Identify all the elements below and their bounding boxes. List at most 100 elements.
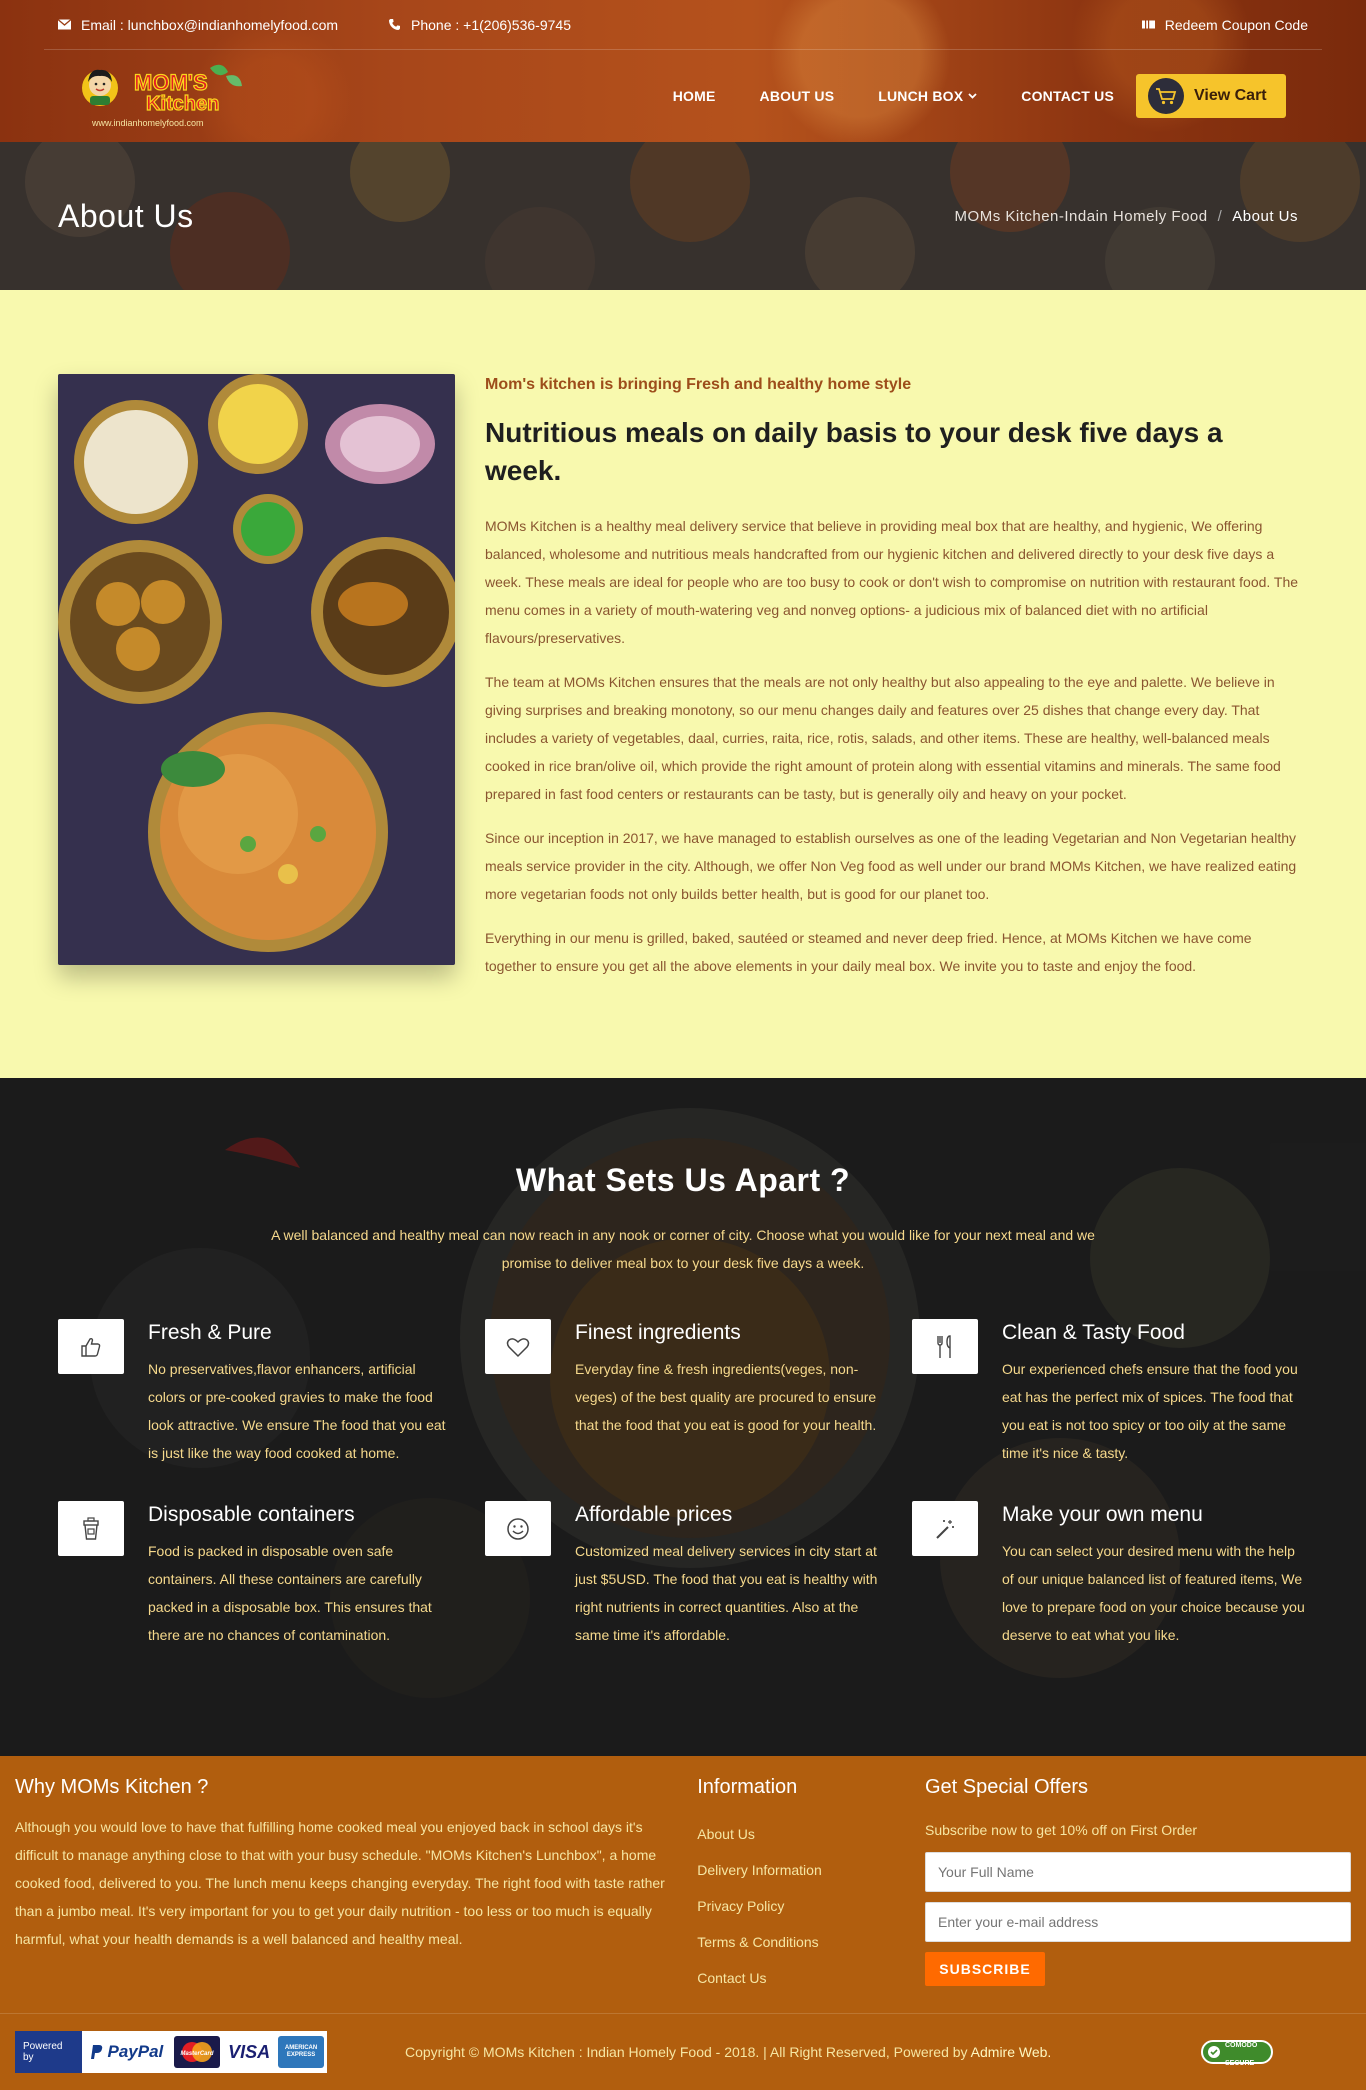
- footer-bottom-bar: Powered by PayPal MasterCard VISA AMERIC…: [0, 2014, 1366, 2090]
- footer-links: About Us Delivery Information Privacy Po…: [697, 1816, 925, 1996]
- feature-title: Affordable prices: [575, 1503, 733, 1526]
- site-logo[interactable]: MOM'S Kitchen www.indianhomelyfood.com: [80, 58, 245, 132]
- magic-wand-icon: [912, 1501, 978, 1556]
- subscribe-button[interactable]: SUBSCRIBE: [925, 1952, 1045, 1986]
- about-section: Mom's kitchen is bringing Fresh and heal…: [0, 290, 1366, 1078]
- about-paragraph: MOMs Kitchen is a healthy meal delivery …: [485, 518, 1299, 646]
- amex-logo: AMERICAN EXPRESS: [278, 2036, 324, 2068]
- nav-contact-us[interactable]: CONTACT US: [999, 88, 1136, 104]
- svg-text:Kitchen: Kitchen: [146, 93, 219, 115]
- about-heading: Nutritious meals on daily basis to your …: [485, 417, 1223, 486]
- page-banner: About Us MOMs Kitchen-Indain Homely Food…: [0, 142, 1366, 290]
- visa-logo: VISA: [226, 2036, 273, 2068]
- footer-offers-subtitle: Subscribe now to get 10% off on First Or…: [925, 1822, 1198, 1838]
- full-name-field[interactable]: [925, 1852, 1351, 1892]
- feature-title: Make your own menu: [1002, 1503, 1203, 1526]
- feature-title: Finest ingredients: [575, 1321, 741, 1344]
- feature-title: Disposable containers: [148, 1503, 355, 1526]
- footer-info-title: Information: [697, 1776, 798, 1798]
- about-paragraph: Everything in our menu is grilled, baked…: [485, 930, 1252, 974]
- feature-item: Affordable prices Customized meal delive…: [485, 1501, 912, 1649]
- envelope-icon: [58, 19, 71, 30]
- payment-methods-badge: Powered by PayPal MasterCard VISA AMERIC…: [15, 2031, 327, 2073]
- footer-link-contact[interactable]: Contact Us: [697, 1960, 925, 1996]
- page-title: About Us: [58, 197, 194, 234]
- top-email[interactable]: Email : lunchbox@indianhomelyfood.com: [58, 17, 338, 33]
- feature-title: Fresh & Pure: [148, 1321, 272, 1344]
- top-email-text: Email : lunchbox@indianhomelyfood.com: [81, 16, 339, 33]
- svg-text:www.indianhomelyfood.com: www.indianhomelyfood.com: [91, 118, 204, 128]
- nav-contact-label: CONTACT US: [1021, 88, 1114, 104]
- footer-link-about[interactable]: About Us: [697, 1816, 925, 1852]
- breadcrumb: MOMs Kitchen-Indain Homely Food / About Us: [955, 208, 1298, 225]
- comodo-secure-badge: COMODO SECURE: [1201, 2040, 1273, 2067]
- about-paragraph: The team at MOMs Kitchen ensures that th…: [485, 674, 1281, 802]
- thumbs-up-icon: [58, 1319, 124, 1374]
- mastercard-logo: MasterCard: [174, 2036, 221, 2068]
- redeem-coupon-text: Redeem Coupon Code: [1164, 16, 1308, 33]
- cart-icon: [1148, 78, 1184, 114]
- footer-link-delivery[interactable]: Delivery Information: [697, 1852, 925, 1888]
- about-kicker: Mom's kitchen is bringing Fresh and heal…: [485, 376, 912, 393]
- feature-item: Make your own menu You can select your d…: [912, 1501, 1339, 1649]
- smiley-icon: [485, 1501, 551, 1556]
- footer-offers-column: Get Special Offers Subscribe now to get …: [925, 1756, 1351, 2013]
- nav-home[interactable]: HOME: [651, 88, 738, 104]
- logo-mark: MOM'S Kitchen www.indianhomelyfood.com: [82, 64, 242, 128]
- footer-offers-title: Get Special Offers: [925, 1776, 1089, 1798]
- feature-item: Clean & Tasty Food Our experienced chefs…: [912, 1319, 1339, 1467]
- feature-text: You can select your desired menu with th…: [1002, 1543, 1305, 1643]
- admire-web-link[interactable]: Admire Web.: [971, 2044, 1052, 2060]
- paypal-logo: PayPal: [82, 2042, 172, 2062]
- copyright-text: Copyright © MOMs Kitchen : Indian Homely…: [405, 2044, 1051, 2060]
- features-section: What Sets Us Apart ? A well balanced and…: [0, 1078, 1366, 1756]
- feature-item: Finest ingredients Everyday fine & fresh…: [485, 1319, 912, 1467]
- nav-home-label: HOME: [672, 88, 716, 104]
- view-cart-button[interactable]: View Cart: [1136, 74, 1286, 118]
- main-nav-row: MOM'S Kitchen www.indianhomelyfood.com H…: [0, 50, 1366, 142]
- thali-food-image: [58, 374, 455, 965]
- paypal-text: PayPal: [107, 2042, 164, 2061]
- site-footer: Why MOMs Kitchen ? Although you would lo…: [0, 1756, 1366, 2090]
- shield-check-icon: [1208, 2046, 1220, 2058]
- container-icon: [58, 1501, 124, 1556]
- redeem-coupon-link[interactable]: Redeem Coupon Code: [1141, 16, 1308, 33]
- breadcrumb-separator: /: [1217, 207, 1223, 225]
- footer-why-text: Although you would love to have that ful…: [15, 1819, 665, 1947]
- paypal-icon: [90, 2045, 102, 2059]
- breadcrumb-home[interactable]: MOMs Kitchen-Indain Homely Food: [955, 208, 1208, 225]
- top-phone[interactable]: Phone : +1(206)536-9745: [388, 17, 571, 33]
- feature-title: Clean & Tasty Food: [1002, 1321, 1185, 1344]
- footer-info-column: Information About Us Delivery Informatio…: [697, 1756, 925, 2013]
- fork-knife-icon: [912, 1319, 978, 1374]
- email-field[interactable]: [925, 1902, 1351, 1942]
- features-grid: Fresh & Pure No preservatives,flavor enh…: [0, 1277, 1366, 1649]
- secure-text-1: COMODO: [1225, 2042, 1258, 2049]
- nav-about-label: ABOUT US: [759, 88, 835, 104]
- feature-text: Our experienced chefs ensure that the fo…: [1002, 1361, 1298, 1461]
- secure-text-2: SECURE: [1225, 2060, 1255, 2067]
- footer-link-terms[interactable]: Terms & Conditions: [697, 1924, 925, 1960]
- view-cart-label: View Cart: [1194, 87, 1267, 104]
- nav-about-us[interactable]: ABOUT US: [738, 88, 857, 104]
- about-content: Mom's kitchen is bringing Fresh and heal…: [485, 374, 1308, 1078]
- main-nav: HOME ABOUT US LUNCH BOX CONTACT US View …: [651, 74, 1286, 118]
- feature-text: Customized meal delivery services in cit…: [575, 1543, 878, 1643]
- features-lead: A well balanced and healthy meal can now…: [271, 1227, 1095, 1271]
- breadcrumb-current: About Us: [1232, 207, 1298, 225]
- top-phone-text: Phone : +1(206)536-9745: [411, 16, 571, 33]
- nav-lunch-box[interactable]: LUNCH BOX: [856, 88, 999, 104]
- feature-text: Everyday fine & fresh ingredients(veges,…: [575, 1361, 877, 1433]
- copyright-label: Copyright © MOMs Kitchen : Indian Homely…: [405, 2044, 971, 2060]
- feature-item: Fresh & Pure No preservatives,flavor enh…: [58, 1319, 485, 1467]
- site-header: Email : lunchbox@indianhomelyfood.com Ph…: [0, 0, 1366, 142]
- nav-lunch-label: LUNCH BOX: [878, 88, 964, 104]
- feature-text: No preservatives,flavor enhancers, artif…: [148, 1361, 446, 1461]
- feature-item: Disposable containers Food is packed in …: [58, 1501, 485, 1649]
- svg-text:MasterCard: MasterCard: [181, 2051, 214, 2057]
- footer-why-title: Why MOMs Kitchen ?: [15, 1776, 209, 1798]
- feature-text: Food is packed in disposable oven safe c…: [148, 1543, 432, 1643]
- top-bar: Email : lunchbox@indianhomelyfood.com Ph…: [44, 0, 1322, 50]
- footer-why-column: Why MOMs Kitchen ? Although you would lo…: [15, 1756, 697, 2013]
- footer-link-privacy[interactable]: Privacy Policy: [697, 1888, 925, 1924]
